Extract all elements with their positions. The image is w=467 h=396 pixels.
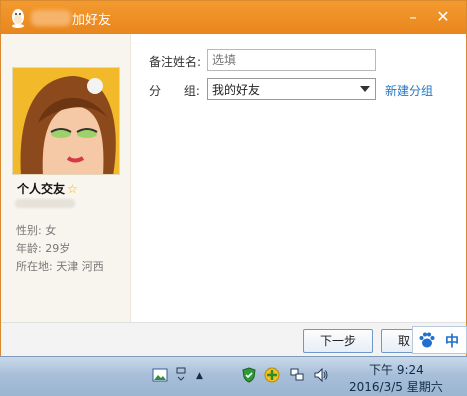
redacted-name xyxy=(31,10,71,26)
minimize-button[interactable]: – xyxy=(402,6,424,28)
group-label: 分 组: xyxy=(149,84,200,98)
gender-info: 性别: 女 xyxy=(16,222,56,238)
age-info: 年龄: 29岁 xyxy=(16,240,70,256)
qq-penguin-icon xyxy=(12,9,24,28)
age-value: 29岁 xyxy=(45,242,71,255)
next-button[interactable]: 下一步 xyxy=(303,329,373,353)
star-icon: ☆ xyxy=(67,182,78,196)
dropdown-arrow-icon xyxy=(360,86,370,92)
age-label: 年龄: xyxy=(16,242,42,255)
group-select[interactable]: 我的好友 xyxy=(207,78,376,100)
input-switch-icon[interactable] xyxy=(175,367,187,383)
volume-icon[interactable] xyxy=(313,367,329,383)
baidu-paw-icon xyxy=(419,332,435,348)
group-select-value: 我的好友 xyxy=(212,83,261,97)
redacted-account xyxy=(15,199,75,208)
ime-toolbar[interactable]: 中 xyxy=(412,326,467,354)
clock-date[interactable]: 2016/3/5 星期六 xyxy=(349,378,443,395)
nickname: 个人交友 ☆ xyxy=(17,180,78,197)
avatar-image xyxy=(13,68,119,174)
title-bar[interactable]: 加好友 – ✕ xyxy=(1,1,466,34)
nickname-text: 个人交友 xyxy=(17,182,66,196)
picture-icon[interactable] xyxy=(152,367,168,383)
remark-input[interactable] xyxy=(207,49,376,71)
add-friend-dialog: 加好友 – ✕ 个人交友 ☆ 性别: 女 年龄: 29岁 所在地: 天津 河西 … xyxy=(0,0,467,356)
gender-label: 性别: xyxy=(16,224,42,237)
security-plus-icon[interactable] xyxy=(264,367,280,383)
dialog-footer: 下一步 取 xyxy=(1,322,466,356)
location-info: 所在地: 天津 河西 xyxy=(16,258,104,274)
new-group-link[interactable]: 新建分组 xyxy=(385,82,433,99)
shield-icon[interactable] xyxy=(241,367,257,383)
ime-mode-indicator[interactable]: 中 xyxy=(445,331,459,351)
avatar[interactable] xyxy=(12,67,120,175)
location-value: 天津 河西 xyxy=(56,260,104,273)
gender-value: 女 xyxy=(45,224,57,237)
taskbar: ▲ 下午 9:24 2016/3/5 星期六 xyxy=(0,356,467,396)
profile-panel: 个人交友 ☆ 性别: 女 年龄: 29岁 所在地: 天津 河西 xyxy=(1,34,131,322)
clock-time[interactable]: 下午 9:24 xyxy=(369,361,424,378)
window-title: 加好友 xyxy=(72,13,112,28)
remark-label: 备注姓名: xyxy=(149,55,202,69)
location-label: 所在地: xyxy=(16,260,53,273)
close-button[interactable]: ✕ xyxy=(432,6,454,28)
show-hidden-icons-arrow[interactable]: ▲ xyxy=(196,371,203,381)
network-icon[interactable] xyxy=(289,367,305,383)
